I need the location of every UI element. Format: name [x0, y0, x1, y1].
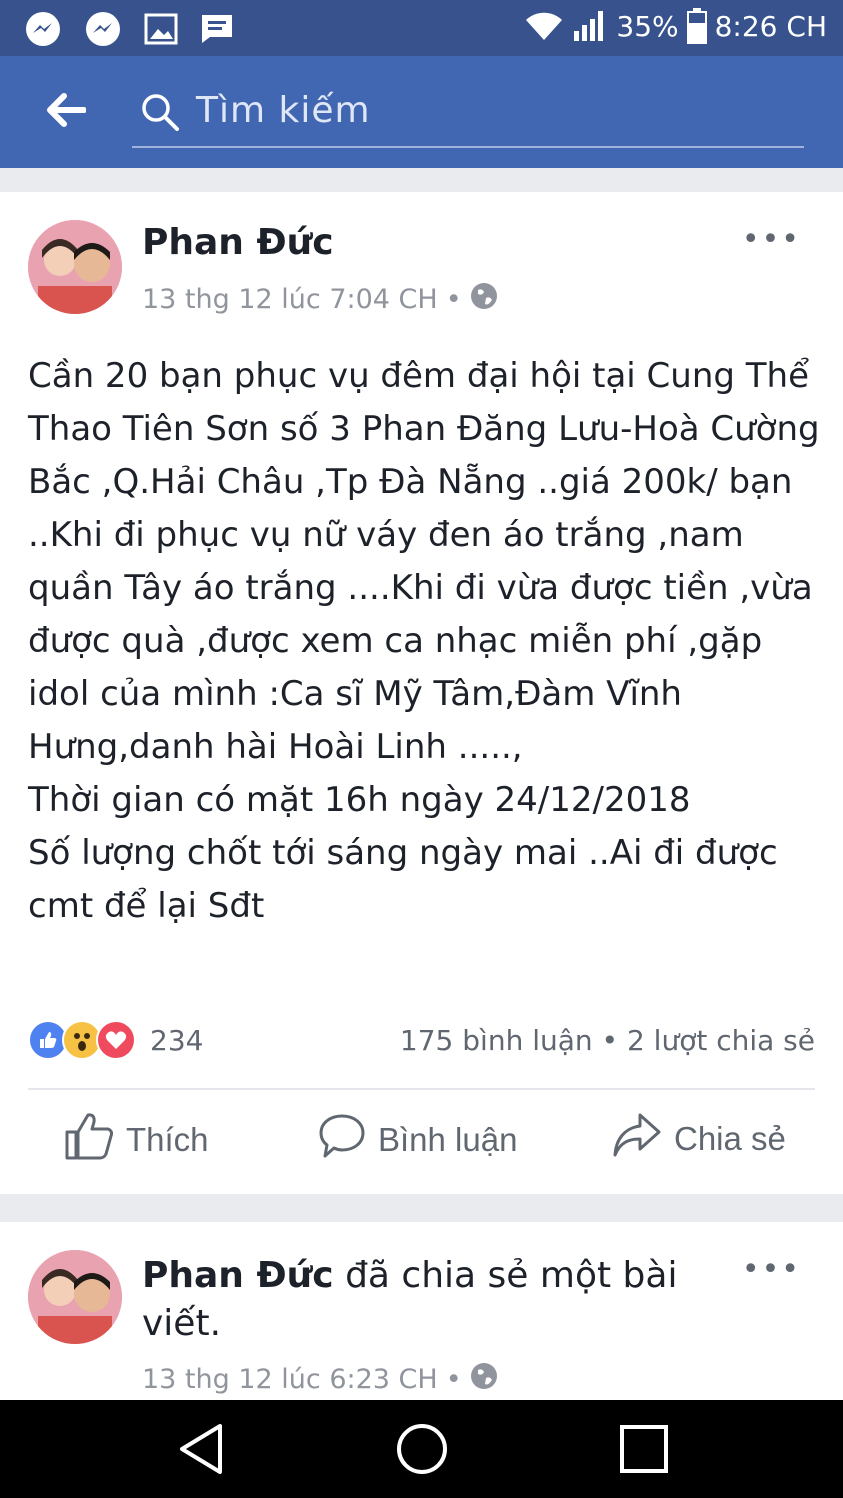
post-text-line: Số lượng chốt tới sáng ngày mai ..Ai đi …	[28, 833, 778, 926]
back-triangle-icon[interactable]	[176, 1422, 226, 1480]
search-icon	[140, 92, 180, 136]
shared-post-more-button[interactable]: •••	[742, 1252, 801, 1287]
shared-post-meta: 13 thg 12 lúc 6:23 CH •	[142, 1362, 498, 1397]
back-arrow-icon[interactable]	[44, 92, 87, 132]
divider	[28, 1088, 815, 1090]
image-icon	[144, 13, 178, 45]
status-bar: 35% 8:26 CH	[0, 0, 843, 56]
message-icon	[200, 13, 234, 45]
comment-bubble-icon	[318, 1112, 366, 1168]
search-input[interactable]: Tìm kiếm	[132, 84, 804, 148]
thumbs-up-icon	[64, 1112, 114, 1168]
globe-icon	[470, 1362, 498, 1397]
messenger-icon	[24, 10, 62, 48]
avatar[interactable]	[28, 220, 122, 314]
shared-post-timestamp[interactable]: 13 thg 12 lúc 6:23 CH	[142, 1364, 438, 1395]
love-reaction-icon	[96, 1020, 136, 1060]
post-more-button[interactable]: •••	[742, 222, 801, 257]
search-placeholder: Tìm kiếm	[196, 90, 371, 131]
share-button[interactable]: Chia sẻ	[612, 1112, 786, 1166]
battery-icon	[686, 8, 707, 44]
wifi-icon	[524, 10, 564, 42]
post-actions: Thích Bình luận Chia sẻ	[0, 1112, 843, 1172]
meta-separator: •	[445, 284, 462, 315]
comment-button[interactable]: Bình luận	[318, 1112, 517, 1168]
navigation-bar	[0, 1400, 843, 1498]
avatar[interactable]	[28, 1250, 122, 1344]
like-label: Thích	[126, 1121, 209, 1158]
messenger-icon	[84, 10, 122, 48]
shared-post-title: Phan Đức đã chia sẻ một bài viết.	[142, 1252, 722, 1348]
share-label: Chia sẻ	[674, 1120, 786, 1157]
post-text-line: Cần 20 bạn phục vụ đêm đại hội tại Cung …	[28, 356, 820, 767]
recents-square-icon[interactable]	[618, 1422, 670, 1480]
signal-icon	[572, 9, 608, 43]
reaction-count: 234	[150, 1023, 204, 1057]
search-header: Tìm kiếm	[0, 56, 843, 168]
post-body: Cần 20 bạn phục vụ đêm đại hội tại Cung …	[28, 350, 828, 933]
post-meta: 13 thg 12 lúc 7:04 CH •	[142, 282, 498, 317]
shared-post-card: Phan Đức đã chia sẻ một bài viết. 13 thg…	[0, 1222, 843, 1402]
share-arrow-icon	[612, 1112, 662, 1166]
home-circle-icon[interactable]	[396, 1422, 448, 1480]
shared-post-author[interactable]: Phan Đức	[142, 1255, 334, 1296]
battery-percent: 35%	[616, 9, 679, 43]
globe-icon	[470, 282, 498, 317]
comment-label: Bình luận	[378, 1121, 518, 1158]
reactions-summary[interactable]: 234	[28, 1020, 203, 1060]
comments-shares-count[interactable]: 175 bình luận • 2 lượt chia sẻ	[400, 1024, 815, 1057]
meta-separator: •	[445, 1364, 462, 1395]
clock: 8:26 CH	[714, 9, 827, 43]
post-author[interactable]: Phan Đức	[142, 222, 334, 263]
post-timestamp[interactable]: 13 thg 12 lúc 7:04 CH	[142, 284, 438, 315]
post-text-line: Thời gian có mặt 16h ngày 24/12/2018	[28, 780, 691, 820]
post-card: Phan Đức 13 thg 12 lúc 7:04 CH • ••• Cần…	[0, 192, 843, 1194]
like-button[interactable]: Thích	[64, 1112, 209, 1168]
